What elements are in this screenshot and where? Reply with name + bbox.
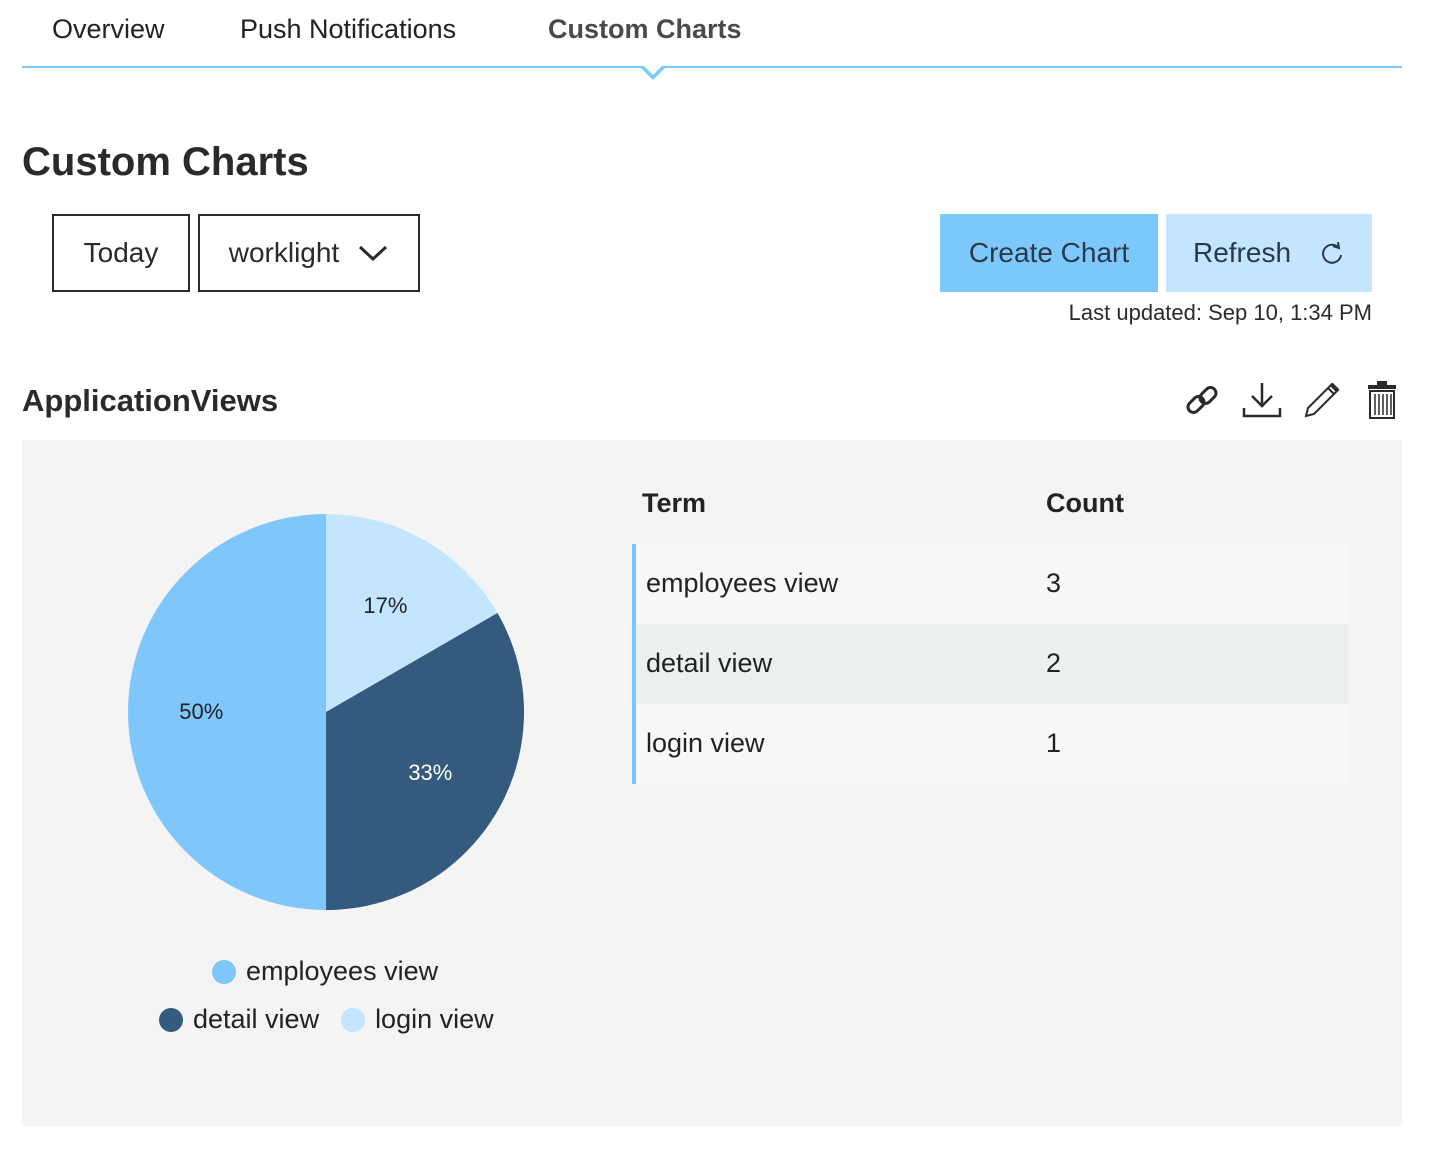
tab-push-notifications[interactable]: Push Notifications (240, 14, 456, 45)
legend-swatch (159, 1007, 183, 1032)
date-range-label: Today (83, 237, 159, 268)
legend-swatch (212, 959, 236, 984)
refresh-label: Refresh (1192, 237, 1292, 268)
active-tab-indicator (639, 64, 667, 80)
table-body: employees view 3 detail view 2 login vie… (632, 544, 1348, 784)
legend-item-employees-view[interactable]: employees view (212, 956, 438, 987)
chart-title: ApplicationViews (22, 383, 279, 418)
cell-count: 1 (1046, 728, 1062, 758)
column-header-term: Term (642, 488, 707, 518)
legend-row-2: detail view login view (159, 1004, 516, 1035)
cell-term: detail view (646, 648, 773, 678)
refresh-button[interactable]: Refresh (1166, 214, 1372, 292)
pie-slice-employees-view[interactable] (128, 514, 326, 910)
date-range-button[interactable]: Today (52, 214, 190, 292)
legend-label: detail view (193, 1004, 320, 1034)
legend-item-detail-view[interactable]: detail view (159, 1004, 319, 1035)
legend-label: login view (375, 1004, 494, 1034)
legend-swatch (341, 1007, 366, 1032)
cell-term: login view (646, 728, 765, 758)
last-updated-text: Last updated: Sep 10, 1:34 PM (1068, 300, 1372, 325)
table-row: login view 1 (636, 704, 1348, 784)
chart-panel: 17% 33% 50% employees view detail view log… (22, 440, 1402, 1126)
cell-count: 3 (1046, 568, 1062, 598)
pie-percent-label: 33% (408, 760, 453, 786)
tab-overview[interactable]: Overview (52, 14, 165, 45)
table-row: employees view 3 (636, 544, 1348, 624)
page-title: Custom Charts (22, 140, 309, 184)
create-chart-button[interactable]: Create Chart (940, 214, 1158, 292)
refresh-icon (1322, 241, 1343, 264)
download-icon[interactable] (1242, 380, 1282, 420)
column-header-count: Count (1046, 488, 1124, 518)
legend-label: employees view (246, 956, 439, 986)
pie-percent-label: 50% (179, 699, 224, 724)
table-row: detail view 2 (636, 624, 1348, 704)
chevron-down-icon (359, 245, 388, 262)
pie-percent-label: 17% (363, 592, 408, 618)
legend-row-1: employees view (212, 956, 460, 987)
create-chart-label: Create Chart (968, 237, 1130, 268)
cell-count: 2 (1046, 648, 1062, 678)
cell-term: employees view (646, 568, 839, 598)
link-icon[interactable] (1182, 380, 1222, 420)
app-selector-dropdown[interactable]: worklight (198, 214, 420, 292)
tab-bar: Overview Push Notifications Custom Chart… (22, 0, 1402, 80)
legend-item-login-view[interactable]: login view (341, 1004, 494, 1035)
edit-icon[interactable] (1302, 380, 1342, 420)
tab-custom-charts[interactable]: Custom Charts (548, 14, 742, 45)
trash-icon[interactable] (1362, 380, 1402, 420)
app-selector-label: worklight (228, 237, 340, 268)
